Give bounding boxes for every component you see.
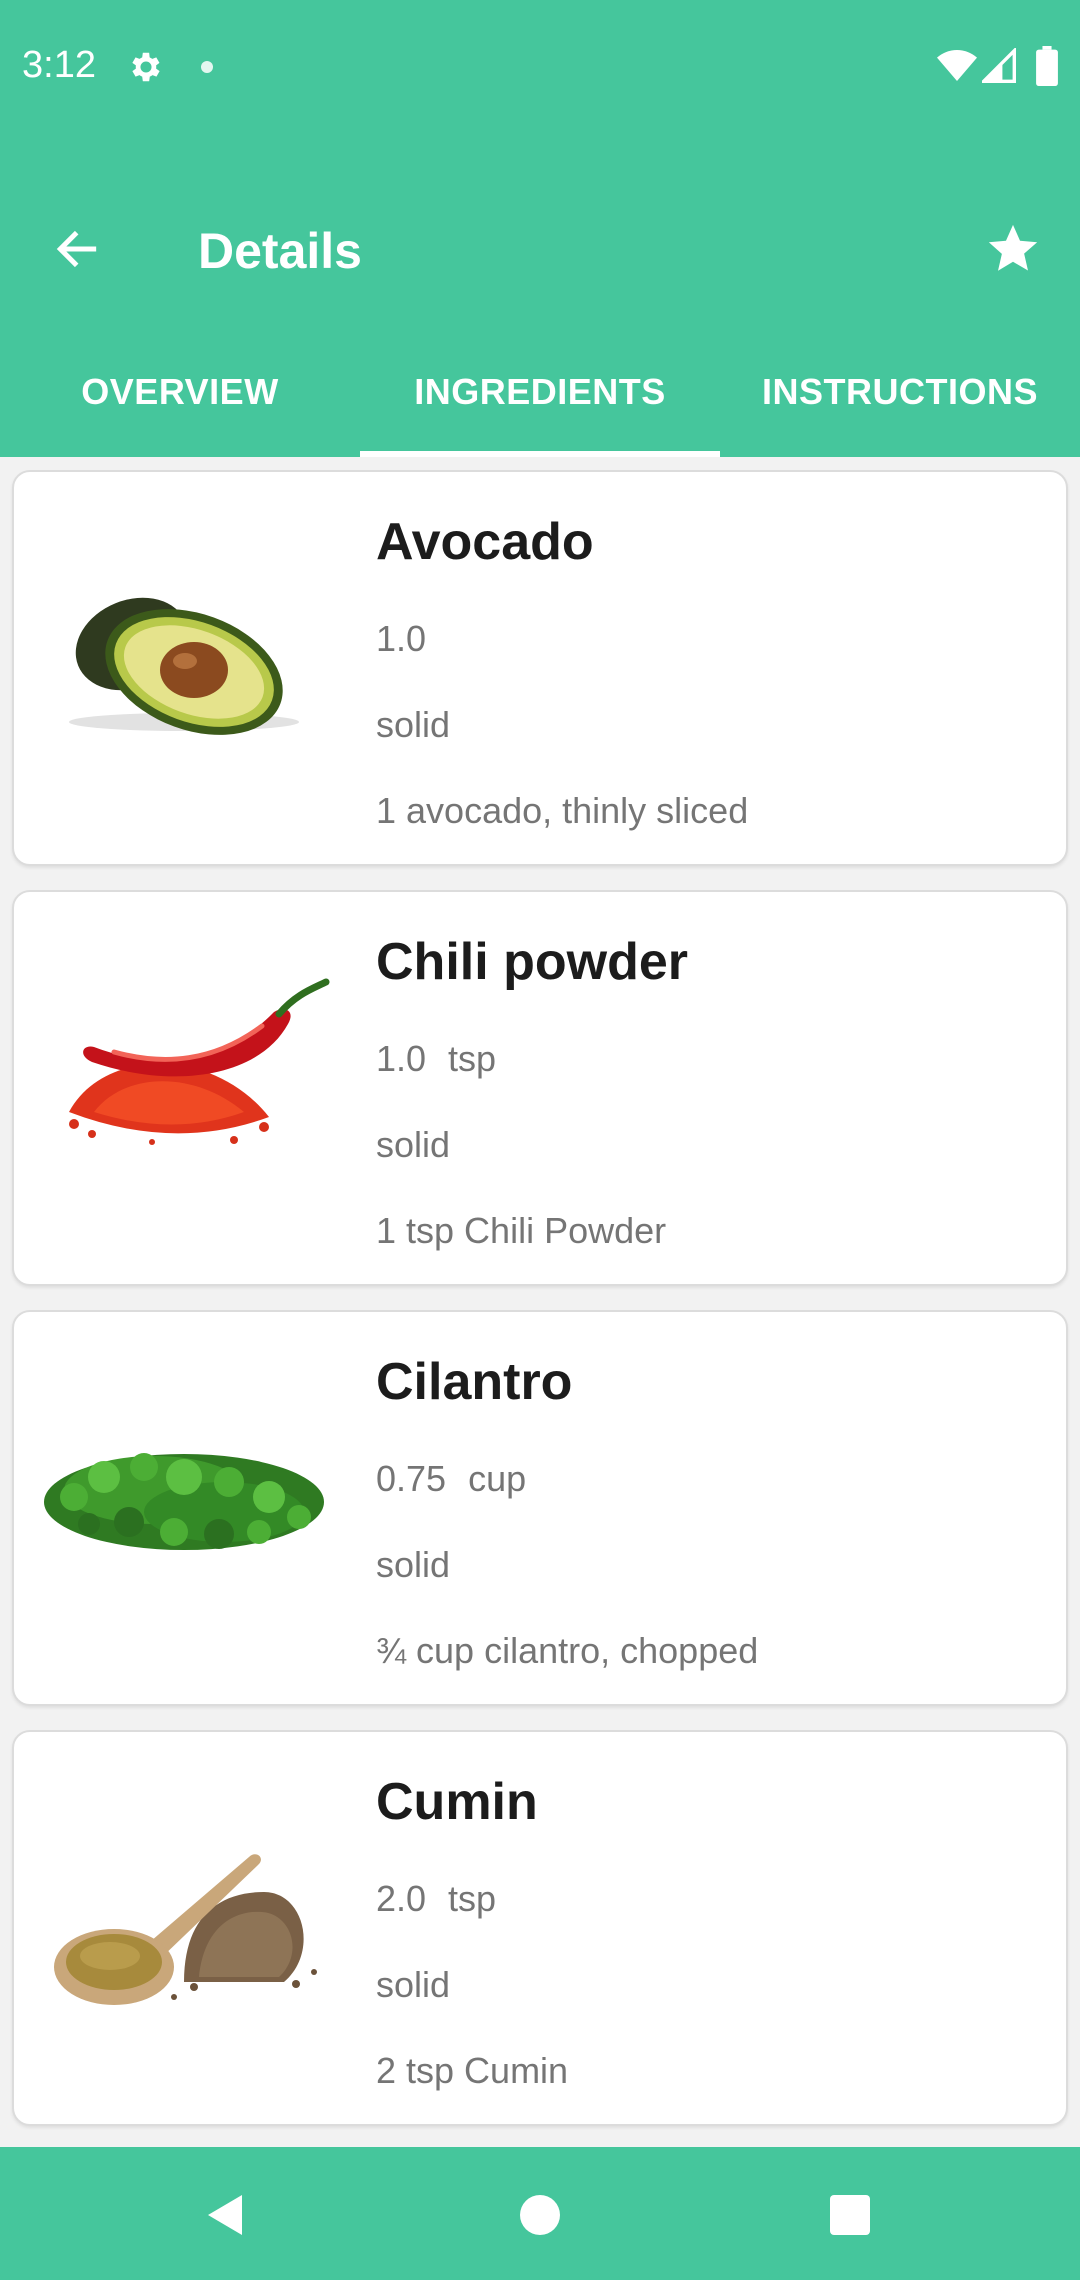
cell-signal-icon [982,48,1016,83]
amount-unit: tsp [448,1878,497,1919]
nav-recents-icon[interactable] [826,2191,874,2239]
ingredient-name: Chili powder [376,933,688,991]
ingredient-amount: 1.0 tsp [376,1038,496,1080]
ingredient-card[interactable]: Chili powder 1.0 tsp solid 1 tsp Chili Po… [12,890,1068,1286]
ingredient-amount: 1.0 [376,618,448,660]
ingredients-list[interactable]: Avocado 1.0 solid 1 avocado, thinly slic… [0,457,1080,2147]
ingredient-name: Cilantro [376,1353,573,1411]
app-header: 3:12 Details OVERVIEW INGREDIENTS INSTRU… [0,0,1080,457]
tab-instructions[interactable]: INSTRUCTIONS [720,360,1080,457]
status-time: 3:12 [22,44,96,86]
ingredient-original: 2 tsp Cumin [376,2050,569,2091]
ingredient-original: 1 tsp Chili Powder [376,1210,667,1251]
battery-icon [1036,46,1058,86]
amount-unit: tsp [448,1038,497,1079]
avocado-icon [69,597,299,735]
settings-gear-icon [132,52,160,82]
amount-value: 1.0 [376,1038,427,1079]
status-bar: 3:12 [0,0,1080,135]
tab-label: INGREDIENTS [414,371,666,412]
notification-dot-icon [201,61,213,73]
ingredient-consistency: solid [376,1124,451,1165]
system-navigation-bar [0,2147,1080,2280]
ingredient-original: 1 avocado, thinly sliced [376,790,749,831]
amount-value: 2.0 [376,1878,427,1919]
favorite-star-icon[interactable] [984,220,1042,278]
page-title: Details [198,223,362,279]
ingredient-name: Avocado [376,513,594,571]
ingredient-amount: 2.0 tsp [376,1878,496,1920]
amount-value: 0.75 [376,1458,447,1499]
ingredient-consistency: solid [376,1964,451,2005]
nav-back-icon[interactable] [202,2191,250,2239]
ingredient-consistency: solid [376,1544,451,1585]
ingredient-card[interactable]: Cumin 2.0 tsp solid 2 tsp Cumin [12,1730,1068,2126]
toolbar: Details [0,200,1080,300]
cumin-icon [54,1854,317,2005]
back-arrow-icon[interactable] [50,224,104,274]
amount-unit: cup [468,1458,527,1499]
tab-ingredients[interactable]: INGREDIENTS [360,360,720,457]
ingredient-card[interactable]: Cilantro 0.75 cup solid ¾ cup cilantro, c… [12,1310,1068,1706]
tab-bar: OVERVIEW INGREDIENTS INSTRUCTIONS [0,360,1080,457]
ingredient-original: ¾ cup cilantro, chopped [376,1630,759,1671]
chili-powder-icon [69,978,330,1145]
ingredient-amount: 0.75 cup [376,1458,526,1500]
nav-home-icon[interactable] [516,2191,564,2239]
ingredient-consistency: solid [376,704,451,745]
ingredient-name: Cumin [376,1773,538,1831]
wifi-icon [937,50,977,81]
tab-label: INSTRUCTIONS [762,371,1038,412]
amount-value: 1.0 [376,618,427,659]
tab-label: OVERVIEW [81,371,279,412]
tab-overview[interactable]: OVERVIEW [0,360,360,457]
ingredient-card[interactable]: Avocado 1.0 solid 1 avocado, thinly slic… [12,470,1068,866]
cilantro-icon [44,1453,324,1550]
